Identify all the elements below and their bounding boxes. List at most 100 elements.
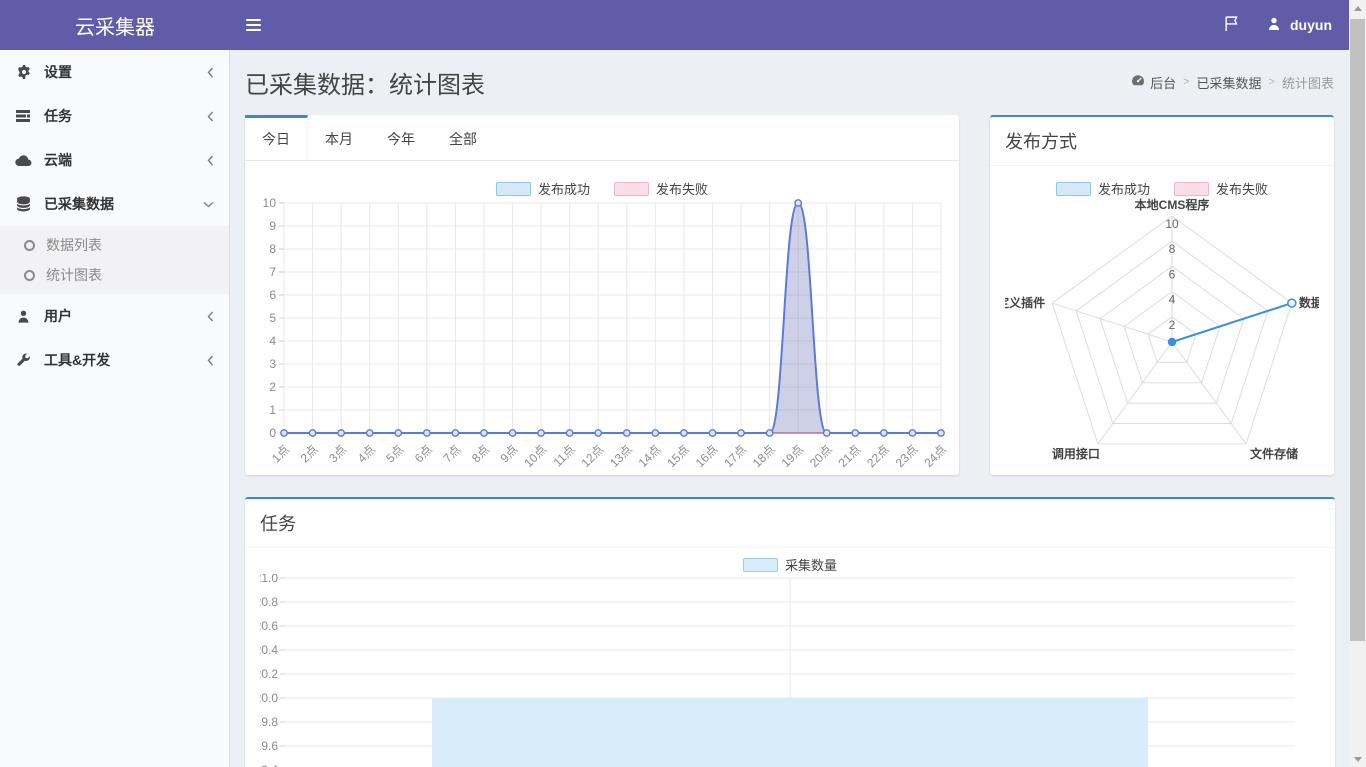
svg-text:9: 9 (269, 219, 276, 233)
hourly-publish-area-chart: 0123456789101点2点3点4点5点6点7点8点9点10点11点12点1… (245, 198, 959, 470)
svg-text:10点: 10点 (521, 442, 549, 470)
svg-text:6: 6 (269, 288, 276, 302)
svg-text:20.6: 20.6 (260, 619, 278, 633)
scrollbar-down-arrow[interactable] (1349, 751, 1366, 767)
svg-text:6点: 6点 (412, 442, 435, 465)
wrench-icon (15, 352, 32, 369)
svg-text:数据库: 数据库 (1299, 295, 1319, 310)
legend-publish-success[interactable]: 发布成功 (1056, 179, 1150, 198)
cloud-icon (15, 152, 32, 169)
breadcrumb-current: 统计图表 (1282, 73, 1334, 92)
svg-text:3: 3 (269, 357, 276, 371)
sidebar-item-label: 用户 (44, 306, 72, 326)
content-header: 已采集数据：统计图表 后台 > 已采集数据 > 统计图表 (245, 64, 1334, 100)
sidebar-item-label: 设置 (44, 62, 72, 82)
svg-text:23点: 23点 (893, 442, 921, 470)
svg-text:自定义插件: 自定义插件 (1005, 295, 1045, 310)
svg-text:4: 4 (269, 334, 276, 348)
legend-swatch (496, 182, 531, 196)
sidebar-item-collected-data[interactable]: 已采集数据 (0, 182, 229, 226)
legend-swatch (1056, 182, 1091, 196)
header-actions: duyun (1223, 0, 1366, 50)
area-chart-legend: 发布成功 发布失败 (245, 179, 959, 198)
breadcrumb-collected-data[interactable]: 已采集数据 (1197, 73, 1262, 92)
svg-text:11点: 11点 (551, 442, 578, 469)
svg-text:4: 4 (1169, 293, 1176, 307)
svg-text:13点: 13点 (607, 442, 635, 470)
sidebar-subitem-label: 统计图表 (46, 265, 102, 285)
legend-swatch (614, 182, 649, 196)
chevron-left-icon (207, 355, 214, 366)
svg-text:4点: 4点 (355, 442, 378, 465)
svg-text:20.0: 20.0 (260, 691, 278, 705)
svg-text:24点: 24点 (921, 442, 949, 470)
legend-publish-fail[interactable]: 发布失败 (614, 179, 708, 198)
svg-text:5: 5 (269, 311, 276, 325)
username-text: duyun (1290, 17, 1332, 33)
sidebar-item-label: 已采集数据 (44, 194, 114, 214)
collected-data-submenu: 数据列表 统计图表 (0, 226, 229, 294)
task-collect-bar-chart: 21.020.820.620.420.220.019.819.619.4 (260, 574, 1320, 767)
collect-stats-panel: 今日 本月 今年 全部 发布成功 发布失败 0123456789101点2点3点… (245, 115, 959, 475)
sidebar-item-users[interactable]: 用户 (0, 294, 229, 338)
chevron-down-icon (203, 201, 214, 208)
sidebar-subitem-stats-charts[interactable]: 统计图表 (0, 260, 229, 290)
legend-publish-success[interactable]: 发布成功 (496, 179, 590, 198)
flag-menu-button[interactable] (1223, 15, 1240, 35)
svg-text:本地CMS程序: 本地CMS程序 (1135, 198, 1210, 212)
scrollbar-up-arrow[interactable] (1349, 0, 1366, 16)
svg-text:7点: 7点 (440, 442, 463, 465)
svg-text:文件存储: 文件存储 (1250, 446, 1298, 461)
svg-text:5点: 5点 (383, 442, 406, 465)
chevron-left-icon (207, 111, 214, 122)
svg-text:21点: 21点 (836, 442, 864, 470)
sidebar-toggle-button[interactable] (230, 0, 276, 50)
svg-text:21.0: 21.0 (260, 574, 278, 585)
sidebar-item-label: 任务 (44, 106, 72, 126)
svg-text:20.4: 20.4 (260, 643, 278, 657)
top-header: 云采集器 duyun (0, 0, 1366, 50)
gear-icon (15, 64, 32, 81)
scrollbar-thumb[interactable] (1350, 19, 1365, 641)
svg-text:2: 2 (269, 380, 276, 394)
svg-text:16点: 16点 (693, 442, 721, 470)
tab-this-year[interactable]: 今年 (370, 115, 432, 160)
svg-text:20.8: 20.8 (260, 595, 278, 609)
publish-method-panel: 发布方式 发布成功 发布失败 246810本地CMS程序数据库文件存储调用接口自… (990, 115, 1334, 475)
svg-text:2: 2 (1169, 318, 1176, 332)
tab-this-month[interactable]: 本月 (308, 115, 370, 160)
publish-method-radar-chart: 246810本地CMS程序数据库文件存储调用接口自定义插件 (1005, 198, 1319, 478)
user-icon (15, 308, 32, 325)
sidebar-item-settings[interactable]: 设置 (0, 50, 229, 94)
sidebar-item-cloud[interactable]: 云端 (0, 138, 229, 182)
tab-today[interactable]: 今日 (245, 115, 308, 160)
breadcrumb-home[interactable]: 后台 (1131, 73, 1176, 92)
page-scrollbar[interactable] (1349, 0, 1366, 767)
svg-text:22点: 22点 (864, 442, 892, 470)
app-logo[interactable]: 云采集器 (0, 0, 230, 50)
svg-text:15点: 15点 (664, 442, 692, 470)
sidebar-item-tasks[interactable]: 任务 (0, 94, 229, 138)
user-avatar-icon (1266, 16, 1282, 35)
breadcrumb-separator: > (1183, 76, 1189, 88)
panel-header: 任务 (245, 499, 1335, 548)
sidebar-item-tools-dev[interactable]: 工具&开发 (0, 338, 229, 382)
legend-collect-count[interactable]: 采集数量 (743, 555, 837, 574)
radar-chart-legend: 发布成功 发布失败 (990, 179, 1334, 198)
circle-o-icon (24, 270, 35, 281)
svg-text:19.8: 19.8 (260, 715, 278, 729)
svg-text:3点: 3点 (326, 442, 349, 465)
user-menu-button[interactable]: duyun (1266, 16, 1332, 35)
tab-all[interactable]: 全部 (432, 115, 494, 160)
hamburger-icon (246, 19, 261, 21)
sidebar-subitem-label: 数据列表 (46, 235, 102, 255)
sidebar-subitem-data-list[interactable]: 数据列表 (0, 230, 229, 260)
chevron-left-icon (207, 155, 214, 166)
tasks-icon (15, 108, 32, 125)
bar-chart-legend: 采集数量 (245, 555, 1335, 574)
legend-publish-fail[interactable]: 发布失败 (1174, 179, 1268, 198)
panel-title: 任务 (260, 510, 1320, 536)
svg-text:20.2: 20.2 (260, 667, 278, 681)
breadcrumb-separator: > (1269, 76, 1275, 88)
svg-text:1: 1 (269, 403, 276, 417)
